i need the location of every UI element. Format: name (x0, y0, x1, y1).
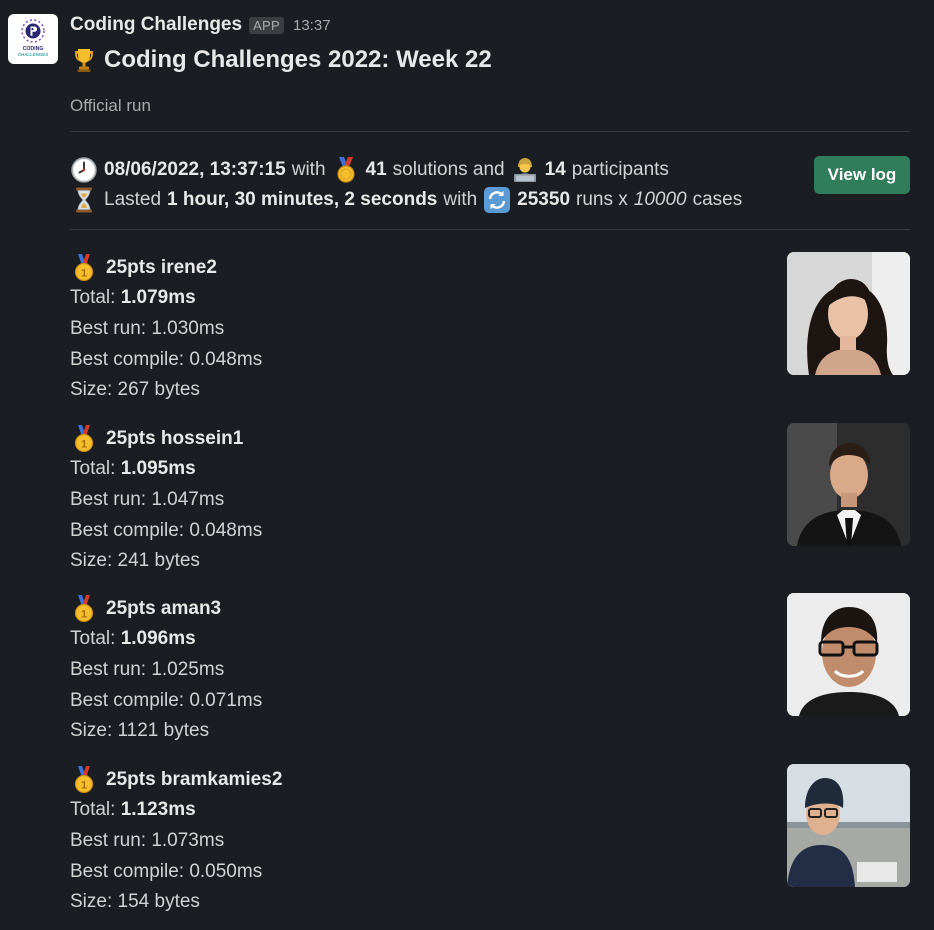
solutions-label: solutions and (392, 159, 505, 180)
result-header: 1 25pts aman3 (70, 595, 221, 623)
participant-photo[interactable] (787, 423, 910, 546)
participant-photo[interactable] (787, 764, 910, 887)
subtitle: Official run (70, 96, 151, 115)
total-value: 1.123ms (120, 799, 196, 820)
solutions-count: 41 (365, 159, 387, 180)
result-title: 25pts irene2 (106, 257, 217, 278)
message-header: Coding Challenges APP 13:37 (70, 13, 331, 37)
runs-count: 25350 (517, 189, 571, 210)
first-place-medal-icon: 1 (74, 595, 94, 623)
svg-text:1: 1 (81, 438, 87, 450)
svg-text:1: 1 (81, 267, 87, 279)
result-entry: 1 25pts aman3 Total: 1.096ms Best run: 1… (70, 593, 910, 753)
total-value: 1.096ms (120, 628, 196, 649)
hourglass-icon (76, 187, 92, 213)
total-label: Total: (70, 628, 116, 649)
participant-photo[interactable] (787, 252, 910, 375)
first-place-medal-icon: 1 (74, 425, 94, 453)
participant-photo-image (787, 423, 910, 546)
svg-text:CHALLENGES: CHALLENGES (18, 52, 48, 57)
result-header: 1 25pts hossein1 (70, 425, 243, 453)
total-value: 1.095ms (120, 458, 196, 479)
total-line: Total: 1.095ms (70, 458, 196, 480)
size: Size: 154 bytes (70, 891, 200, 912)
total-label: Total: (70, 799, 116, 820)
run-datetime: 08/06/2022, 13:37:15 (104, 159, 286, 180)
view-log-button[interactable]: View log (814, 156, 910, 194)
result-header: 1 25pts irene2 (70, 254, 217, 282)
technologist-icon (513, 158, 536, 182)
sender-name[interactable]: Coding Challenges (70, 14, 242, 36)
stats-line-1: 08/06/2022, 13:37:15 with 41 solutions a… (70, 156, 669, 184)
app-badge: APP (249, 16, 284, 34)
result-entry: 1 25pts hossein1 Total: 1.095ms Best run… (70, 423, 910, 583)
best-run: Best run: 1.073ms (70, 830, 225, 851)
result-header: 1 25pts bramkamies2 (70, 766, 282, 794)
stats-line-2: Lasted 1 hour, 30 minutes, 2 seconds wit… (70, 186, 742, 214)
clock-icon (71, 157, 97, 183)
cases-count: 10000 (633, 189, 687, 210)
result-title: 25pts hossein1 (106, 428, 244, 449)
with-text-2: with (443, 189, 478, 210)
result-entry: 1 25pts irene2 Total: 1.079ms Best run: … (70, 252, 910, 412)
best-compile: Best compile: 0.050ms (70, 861, 263, 882)
best-run: Best run: 1.047ms (70, 489, 225, 510)
first-place-medal-icon: 1 (74, 254, 94, 282)
best-run: Best run: 1.030ms (70, 318, 225, 339)
result-title: 25pts bramkamies2 (106, 769, 283, 790)
size: Size: 267 bytes (70, 379, 200, 400)
trophy-icon (75, 49, 93, 72)
runs-label: runs x (576, 189, 628, 210)
sports-medal-icon (336, 157, 355, 183)
title-row: Coding Challenges 2022: Week 22 (70, 46, 492, 74)
total-value: 1.079ms (120, 287, 196, 308)
participants-label: participants (571, 159, 669, 180)
coding-challenges-logo: CODING CHALLENGES (18, 19, 48, 57)
total-line: Total: 1.079ms (70, 287, 196, 309)
participants-count: 14 (544, 159, 566, 180)
result-entry: 1 25pts bramkamies2 Total: 1.123ms Best … (70, 764, 910, 924)
divider (70, 131, 910, 132)
repeat-icon (484, 187, 511, 213)
total-label: Total: (70, 458, 116, 479)
total-label: Total: (70, 287, 116, 308)
with-text: with (291, 159, 326, 180)
message-timestamp[interactable]: 13:37 (293, 17, 331, 34)
best-run: Best run: 1.025ms (70, 659, 225, 680)
svg-text:1: 1 (81, 779, 87, 791)
participant-photo-image (787, 764, 910, 887)
cases-label: cases (692, 189, 743, 210)
participant-photo-image (787, 252, 910, 375)
bot-message: CODING CHALLENGES Coding Challenges APP … (0, 0, 934, 930)
page-title: Coding Challenges 2022: Week 22 (104, 46, 492, 73)
best-compile: Best compile: 0.048ms (70, 520, 263, 541)
participant-photo-image (787, 593, 910, 716)
result-title: 25pts aman3 (106, 598, 222, 619)
app-avatar[interactable]: CODING CHALLENGES (8, 14, 58, 64)
lasted-label: Lasted (104, 189, 162, 210)
participant-photo[interactable] (787, 593, 910, 716)
total-line: Total: 1.123ms (70, 799, 196, 821)
best-compile: Best compile: 0.048ms (70, 349, 263, 370)
divider (70, 229, 910, 230)
size: Size: 241 bytes (70, 550, 200, 571)
best-compile: Best compile: 0.071ms (70, 690, 263, 711)
svg-text:1: 1 (81, 608, 87, 620)
size: Size: 1121 bytes (70, 720, 210, 741)
run-duration: 1 hour, 30 minutes, 2 seconds (167, 189, 438, 210)
total-line: Total: 1.096ms (70, 628, 196, 650)
first-place-medal-icon: 1 (74, 766, 94, 794)
